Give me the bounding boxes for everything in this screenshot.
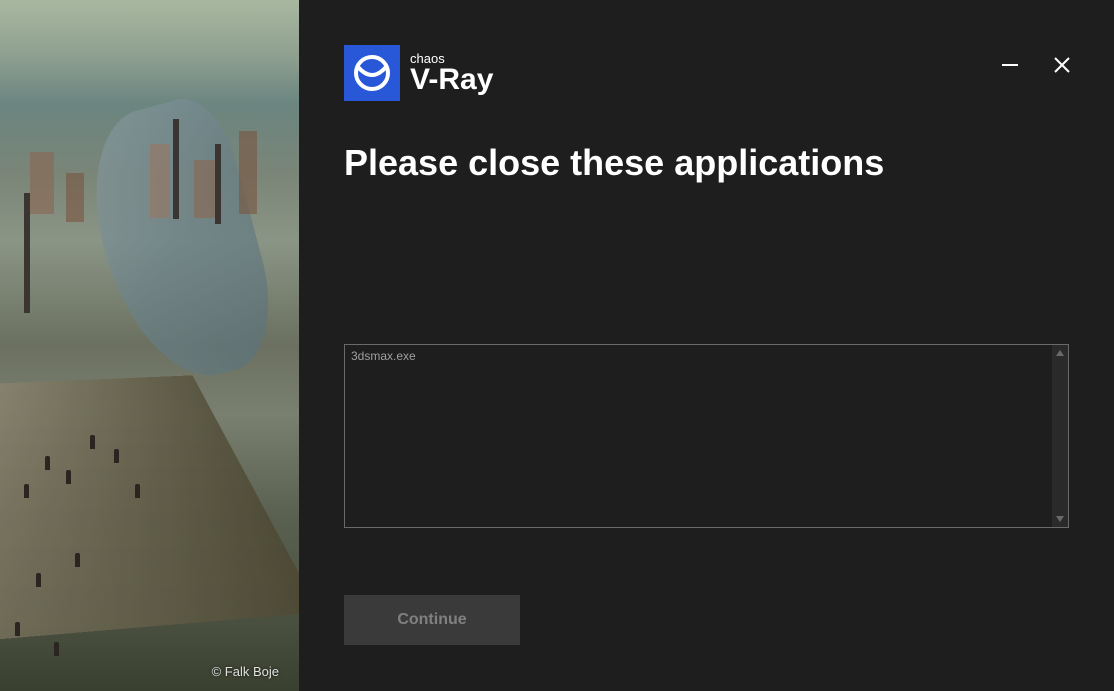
page-title: Please close these applications <box>344 141 1069 184</box>
applications-list[interactable] <box>344 344 1069 528</box>
vray-logo-icon <box>344 45 400 101</box>
close-icon <box>1052 55 1072 75</box>
image-credit: © Falk Boje <box>212 664 279 679</box>
scrollbar[interactable] <box>1052 345 1068 527</box>
scroll-down-icon[interactable] <box>1052 511 1068 527</box>
continue-button[interactable]: Continue <box>344 595 520 645</box>
main-panel: chaos V-Ray Please close <box>299 0 1114 691</box>
logo-product-text: V-Ray <box>410 65 493 95</box>
minimize-button[interactable] <box>998 53 1022 77</box>
minimize-icon <box>1000 55 1020 75</box>
sidebar-image: © Falk Boje <box>0 0 299 691</box>
continue-button-label: Continue <box>397 611 466 629</box>
decorative-scene <box>0 0 299 691</box>
scroll-up-icon[interactable] <box>1052 345 1068 361</box>
close-button[interactable] <box>1050 53 1074 77</box>
logo: chaos V-Ray <box>344 45 493 101</box>
